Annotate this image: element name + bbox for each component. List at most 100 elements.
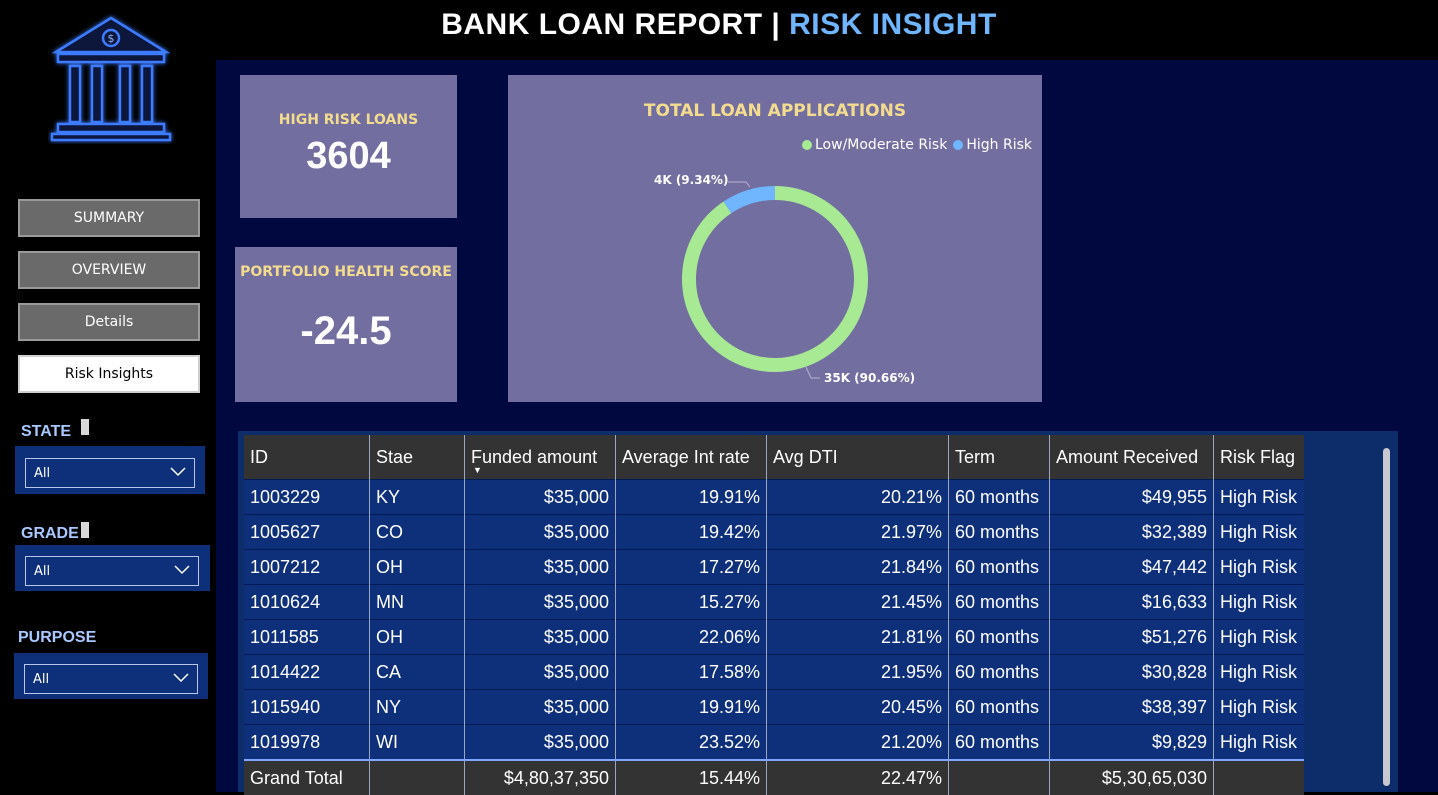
chevron-down-icon [173,671,189,683]
table-row[interactable]: 1014422CA$35,00017.58%21.95%60 months$30… [244,655,1304,690]
nav-risk-insights-button[interactable]: Risk Insights [18,355,200,393]
table-cell: 22.06% [616,620,767,655]
table-cell: 21.20% [767,725,949,761]
grade-dropdown[interactable]: All [25,556,199,586]
donut-svg [508,75,1042,402]
table-body: 1003229KY$35,00019.91%20.21%60 months$49… [244,480,1304,795]
nav-summary-button[interactable]: SUMMARY [18,199,200,237]
column-header-risk-flag[interactable]: Risk Flag [1214,435,1305,480]
leader-line-high-risk [728,182,750,187]
table-cell: 1014422 [244,655,370,690]
total-cell: 15.44% [616,760,767,795]
svg-text:$: $ [108,32,115,45]
table-cell: 60 months [949,725,1050,761]
table-cell: High Risk [1214,655,1305,690]
table-cell: High Risk [1214,585,1305,620]
table-cell: High Risk [1214,480,1305,515]
table-cell: NY [370,690,465,725]
state-dropdown[interactable]: All [25,458,195,488]
data-label-low-moderate: 35K (90.66%) [824,371,915,385]
table-cell: 60 months [949,620,1050,655]
portfolio-health-value: -24.5 [235,309,457,354]
leader-line-low-moderate [806,367,820,378]
table-cell: 60 months [949,480,1050,515]
table-cell: $32,389 [1050,515,1214,550]
table-row[interactable]: 1019978WI$35,00023.52%21.20%60 months$9,… [244,725,1304,761]
portfolio-health-label: PORTFOLIO HEALTH SCORE [235,264,457,280]
nav-overview-button[interactable]: OVERVIEW [18,251,200,289]
table-cell: 20.45% [767,690,949,725]
sort-descending-icon: ▼ [473,465,482,475]
table-cell: $30,828 [1050,655,1214,690]
legend-label-low-moderate: Low/Moderate Risk [815,137,947,153]
table-cell: $51,276 [1050,620,1214,655]
table-cell: 1019978 [244,725,370,761]
table-cell: $49,955 [1050,480,1214,515]
chevron-down-icon [170,465,186,477]
high-risk-loans-label: HIGH RISK LOANS [240,112,457,128]
table-cell: $16,633 [1050,585,1214,620]
table-row[interactable]: 1005627CO$35,00019.42%21.97%60 months$32… [244,515,1304,550]
table-cell: 21.45% [767,585,949,620]
data-label-high-risk: 4K (9.34%) [654,173,728,187]
state-filter-label: STATE [21,423,71,441]
legend-item-low-moderate[interactable]: Low/Moderate Risk [802,137,947,153]
legend-dot-low-moderate [802,140,812,150]
table-cell: 60 months [949,585,1050,620]
table-row[interactable]: 1010624MN$35,00015.27%21.45%60 months$16… [244,585,1304,620]
table-cell: High Risk [1214,690,1305,725]
grade-filter-marker [81,522,89,538]
loan-applications-chart: TOTAL LOAN APPLICATIONS Low/Moderate Ris… [508,75,1042,402]
purpose-dropdown[interactable]: All [24,664,198,694]
table-cell: $35,000 [465,725,616,761]
table-cell: WI [370,725,465,761]
purpose-filter-label: PURPOSE [18,629,96,647]
table-cell: 19.91% [616,480,767,515]
table-cell: 1011585 [244,620,370,655]
column-header-avg-dti[interactable]: Avg DTI [767,435,949,480]
table-row[interactable]: 1011585OH$35,00022.06%21.81%60 months$51… [244,620,1304,655]
chevron-down-icon [174,563,190,575]
legend-dot-high-risk [953,140,963,150]
chart-title: TOTAL LOAN APPLICATIONS [508,101,1042,121]
table-cell: 21.81% [767,620,949,655]
table-cell: 1003229 [244,480,370,515]
table-cell: 60 months [949,655,1050,690]
column-header-avg-int-rate[interactable]: Average Int rate [616,435,767,480]
table-cell: 21.97% [767,515,949,550]
page-title: BANK LOAN REPORT | RISK INSIGHT [0,8,1438,42]
grade-dropdown-value: All [34,564,50,579]
table-row[interactable]: 1007212OH$35,00017.27%21.84%60 months$47… [244,550,1304,585]
table-cell: $47,442 [1050,550,1214,585]
donut-slice-high-risk[interactable] [727,193,775,207]
legend-item-high-risk[interactable]: High Risk [953,137,1032,153]
total-cell: $5,30,65,030 [1050,760,1214,795]
table-row[interactable]: 1003229KY$35,00019.91%20.21%60 months$49… [244,480,1304,515]
table-scrollbar-thumb[interactable] [1383,448,1390,786]
table-cell: 17.27% [616,550,767,585]
table-row[interactable]: 1015940NY$35,00019.91%20.45%60 months$38… [244,690,1304,725]
table-cell: $38,397 [1050,690,1214,725]
table-header-row: ID Stae Funded amount▼ Average Int rate … [244,435,1304,480]
table-cell: $35,000 [465,585,616,620]
total-cell [370,760,465,795]
table-cell: 1015940 [244,690,370,725]
table-cell: 23.52% [616,725,767,761]
column-header-state[interactable]: Stae [370,435,465,480]
table-cell: $9,829 [1050,725,1214,761]
column-header-amount-received[interactable]: Amount Received [1050,435,1214,480]
portfolio-health-card: PORTFOLIO HEALTH SCORE -24.5 [235,247,457,402]
table-cell: 15.27% [616,585,767,620]
table-cell: OH [370,620,465,655]
column-header-id[interactable]: ID [244,435,370,480]
column-header-funded-amount-label: Funded amount [471,447,597,467]
legend-label-high-risk: High Risk [966,137,1032,153]
donut-slice-low-moderate[interactable] [689,193,861,365]
table-cell: CO [370,515,465,550]
state-dropdown-value: All [34,466,50,481]
column-header-funded-amount[interactable]: Funded amount▼ [465,435,616,480]
nav-details-button[interactable]: Details [18,303,200,341]
column-header-term[interactable]: Term [949,435,1050,480]
high-risk-loans-card: HIGH RISK LOANS 3604 [240,75,457,218]
table-cell: 21.95% [767,655,949,690]
